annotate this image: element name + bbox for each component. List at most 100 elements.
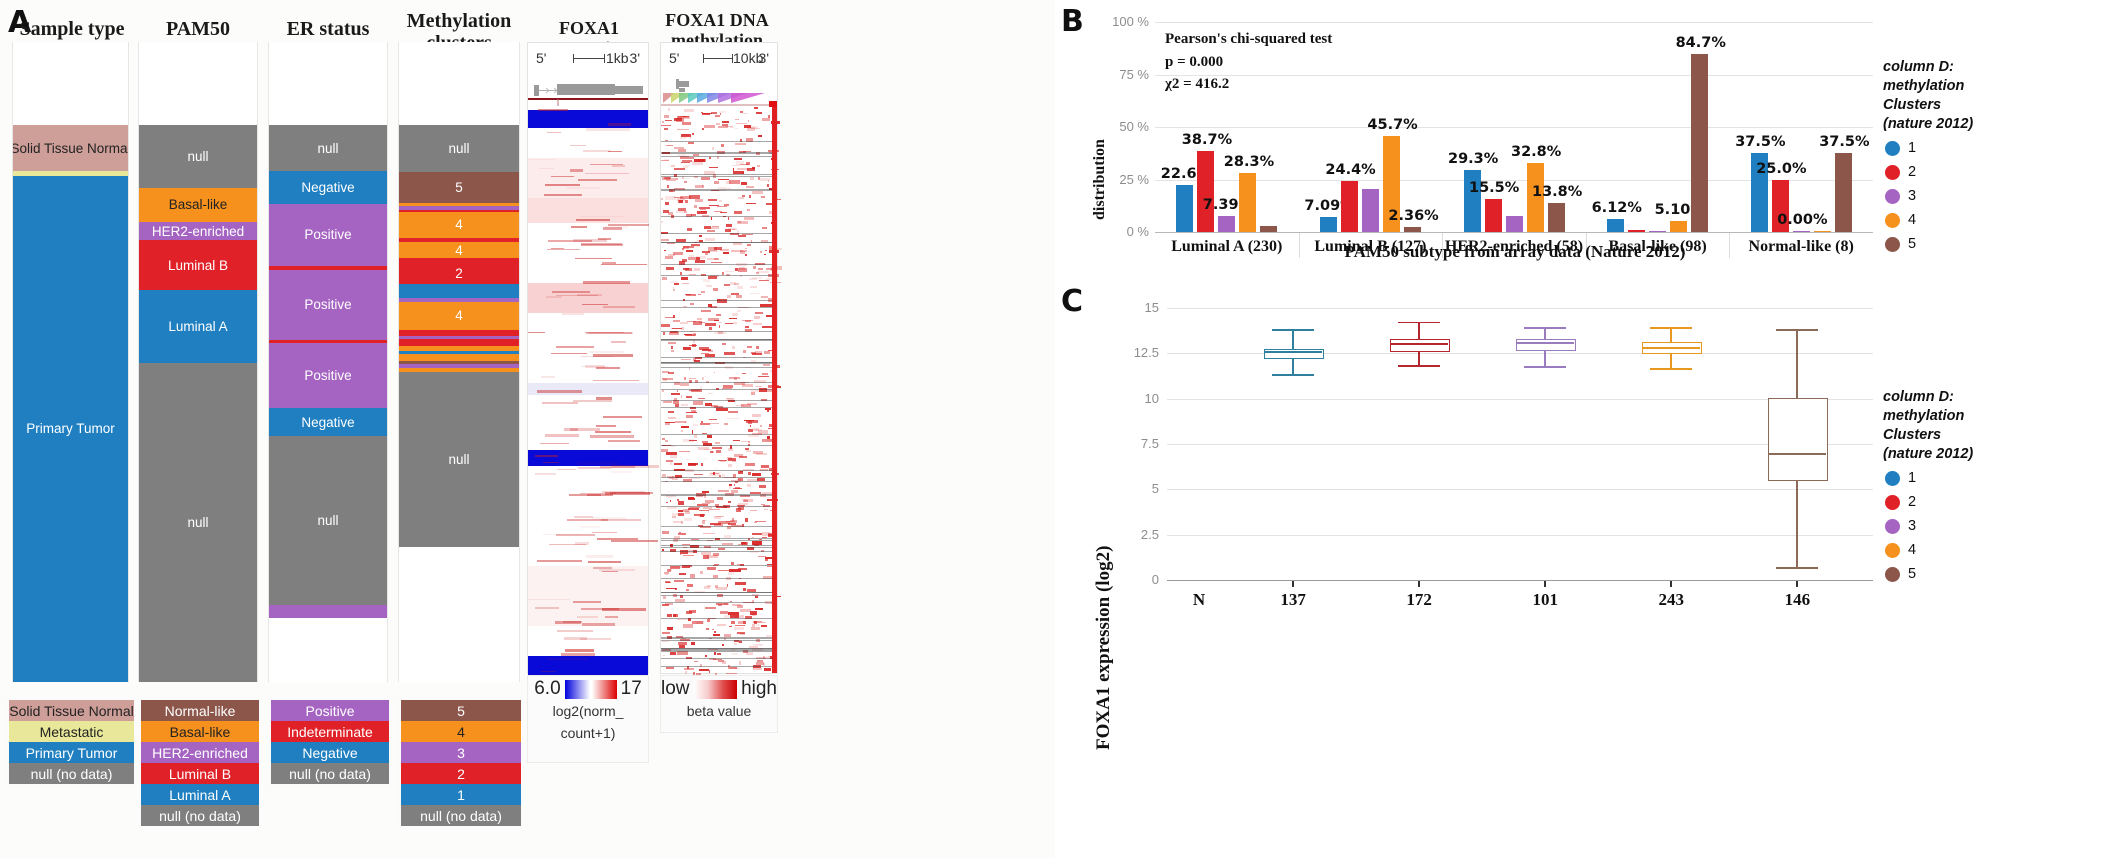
methylation-heatmap-cell [714,115,720,117]
legend-item[interactable]: Solid Tissue Normal [9,700,134,721]
methylation-heatmap-row-divider [661,595,777,597]
er-status-segment[interactable] [269,605,387,618]
expression-scale-min: 6.0 [534,678,561,699]
foxa1-dna-methylation-heatmap[interactable]: 5' 10kb 3' [660,42,783,676]
panel-c-legend-item[interactable]: 4 [1885,542,1916,558]
panel-c-legend-item[interactable]: 1 [1885,470,1916,486]
panel-b-legend-item[interactable]: 3 [1885,188,1916,204]
sample-type-segment[interactable] [13,42,128,126]
er-status-segment[interactable]: Negative [269,408,387,437]
methylation-heatmap-cell [726,672,737,674]
methylation-segment[interactable]: 4 [399,242,519,259]
panel-c-legend-item[interactable]: 2 [1885,494,1916,510]
pam50-segment[interactable]: HER2-enriched [139,221,257,241]
panel-c-box-body[interactable] [1516,338,1577,351]
methylation-heatmap-cell [704,457,707,461]
legend-item[interactable]: Metastatic [9,721,134,742]
panel-b-bar[interactable] [1547,203,1565,232]
methylation-segment[interactable] [399,283,519,298]
panel-b-bar[interactable] [1691,54,1709,232]
methylation-heatmap-cell [737,285,744,289]
panel-b-bar[interactable] [1239,172,1257,232]
panel-b-legend-item[interactable]: 4 [1885,212,1916,228]
methylation-heatmap-cell [722,384,733,388]
legend-item[interactable]: HER2-enriched [141,742,259,763]
pam50-segment[interactable]: null [139,125,257,188]
panel-b-bar[interactable] [1197,150,1215,232]
methylation-heatmap-cell [683,245,690,249]
legend-item[interactable]: 1 [401,784,521,805]
pam50-segment[interactable]: null [139,362,257,682]
methylation-heatmap-cell [750,392,755,395]
track-er-status[interactable]: null Negative Positive Positive Positive Nega… [268,42,388,682]
methylation-segment[interactable]: 5 [399,171,519,204]
panel-b-bar[interactable] [1670,221,1688,232]
legend-item[interactable]: Normal-like [141,700,259,721]
panel-b-bar[interactable] [1340,180,1358,232]
panel-b-bar[interactable] [1834,153,1852,232]
foxa1-expression-heatmap[interactable]: 5' 1kb 3' [527,42,659,678]
legend-color-dot-icon [1885,164,1900,180]
legend-item[interactable]: Indeterminate [271,721,389,742]
legend-item[interactable]: Negative [271,742,389,763]
panel-c-legend-item[interactable]: 5 [1885,566,1916,582]
methylation-clusters-legend[interactable]: 5 4 3 2 1 null (no data) [398,697,524,829]
track-sample-type[interactable]: Solid Tissue Normal Primary Tumor [12,42,129,682]
pam50-segment[interactable]: Basal-like [139,187,257,222]
panel-b-bar[interactable] [1361,188,1379,232]
legend-item[interactable]: Primary Tumor [9,742,134,763]
track-methylation-clusters[interactable]: null 5 4 4 2 4 null [398,42,520,682]
panel-b-legend-item[interactable]: 1 [1885,140,1916,156]
pam50-segment[interactable]: Luminal B [139,240,257,291]
er-status-segment[interactable]: null [269,436,387,606]
pam50-segment[interactable] [139,42,257,126]
legend-item[interactable]: Basal-like [141,721,259,742]
er-status-segment[interactable]: Positive [269,269,387,340]
legend-item[interactable]: null (no data) [141,805,259,826]
er-status-segment[interactable]: Positive [269,342,387,408]
panel-c-box-body[interactable] [1390,338,1451,352]
er-status-segment[interactable]: Negative [269,171,387,204]
panel-b-bar[interactable] [1484,199,1502,232]
panel-b-bar[interactable] [1218,216,1236,232]
methylation-segment[interactable]: 2 [399,262,519,284]
methylation-segment[interactable]: 4 [399,212,519,238]
expression-heatmap-cell [560,653,595,656]
legend-item[interactable]: 4 [401,721,521,742]
sample-type-segment[interactable]: Primary Tumor [13,175,128,682]
pam50-segment[interactable]: Luminal A [139,290,257,363]
methylation-heatmap-cell [754,595,758,599]
er-status-segment[interactable]: null [269,125,387,172]
legend-item[interactable]: 2 [401,763,521,784]
legend-item[interactable]: 5 [401,700,521,721]
track-pam50-subtype[interactable]: null Basal-like HER2-enriched Luminal B Lumi… [138,42,258,682]
panel-c-box-body[interactable] [1768,397,1829,482]
panel-b-bar[interactable] [1607,219,1625,232]
legend-item[interactable]: null (no data) [401,805,521,826]
legend-item[interactable]: Positive [271,700,389,721]
panel-b-legend-item[interactable]: 5 [1885,236,1916,252]
sample-type-segment[interactable]: Solid Tissue Normal [13,125,128,172]
er-status-segment[interactable] [269,42,387,126]
legend-item[interactable]: Luminal A [141,784,259,805]
pam50-legend[interactable]: Normal-like Basal-like HER2-enriched Lumina… [138,697,262,829]
methylation-segment[interactable] [399,42,519,126]
panel-b-bar[interactable] [1176,184,1194,232]
methylation-heatmap-cell [727,500,731,503]
sample-type-legend[interactable]: Solid Tissue Normal Metastatic Primary Tum… [6,697,137,787]
er-status-legend[interactable]: Positive Indeterminate Negative null (no da… [268,697,392,787]
legend-color-dot-icon [1885,494,1900,510]
panel-b-bar[interactable] [1319,217,1337,232]
panel-b-bar[interactable] [1505,216,1523,232]
methylation-segment[interactable]: 4 [399,301,519,330]
methylation-segment[interactable]: null [399,125,519,172]
methylation-segment[interactable]: null [399,372,519,548]
legend-item[interactable]: null (no data) [9,763,134,784]
panel-c-legend-item[interactable]: 3 [1885,518,1916,534]
methylation-heatmap-row-divider [661,367,777,369]
legend-item[interactable]: Luminal B [141,763,259,784]
legend-item[interactable]: 3 [401,742,521,763]
panel-b-legend-item[interactable]: 2 [1885,164,1916,180]
er-status-segment[interactable]: Positive [269,203,387,266]
legend-item[interactable]: null (no data) [271,763,389,784]
